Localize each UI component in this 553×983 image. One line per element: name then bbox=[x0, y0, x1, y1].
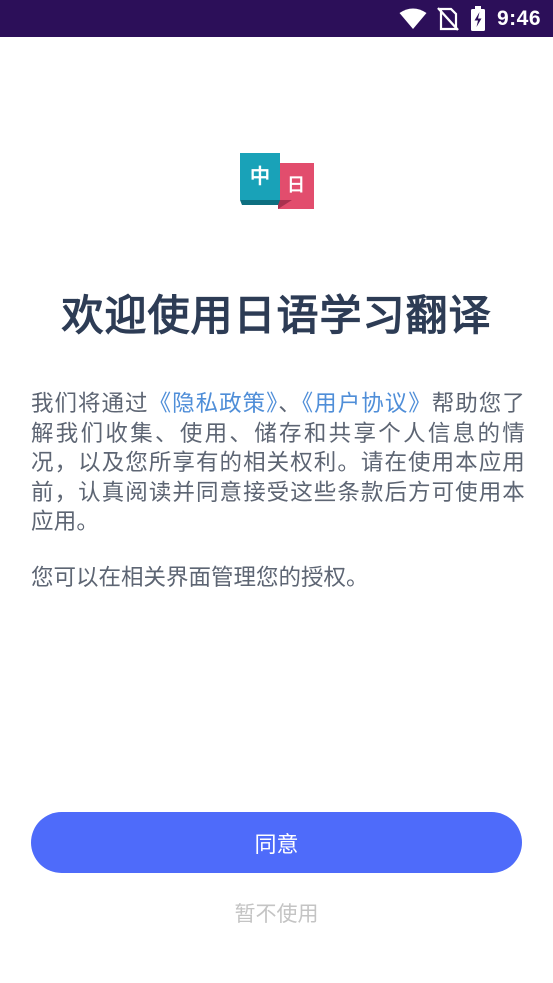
logo-left-char: 中 bbox=[250, 164, 270, 188]
app-logo: 中 日 bbox=[240, 153, 314, 209]
battery-charging-icon bbox=[470, 5, 485, 31]
policy-prefix: 我们将通过 bbox=[31, 391, 149, 417]
agree-button[interactable]: 同意 bbox=[31, 812, 522, 873]
privacy-policy-link[interactable]: 《隐私政策》 bbox=[149, 391, 279, 417]
agree-button-label: 同意 bbox=[254, 832, 299, 858]
user-agreement-link[interactable]: 《用户协议》 bbox=[302, 391, 432, 417]
status-time: 9:46 bbox=[496, 6, 541, 30]
wifi-icon bbox=[399, 8, 427, 29]
no-sim-icon bbox=[437, 6, 459, 31]
decline-button[interactable]: 暂不使用 bbox=[0, 898, 553, 928]
authorization-note: 您可以在相关界面管理您的授权。 bbox=[31, 565, 369, 591]
policy-description: 我们将通过《隐私政策》、《用户协议》帮助您了解我们收集、使用、储存和共享个人信息… bbox=[31, 390, 525, 538]
logo-right-char: 日 bbox=[287, 175, 305, 196]
status-icons: 9:46 bbox=[399, 0, 541, 37]
page-title: 欢迎使用日语学习翻译 bbox=[61, 291, 492, 340]
policy-separator: 、 bbox=[278, 391, 302, 417]
status-bar: 9:46 bbox=[0, 0, 553, 37]
